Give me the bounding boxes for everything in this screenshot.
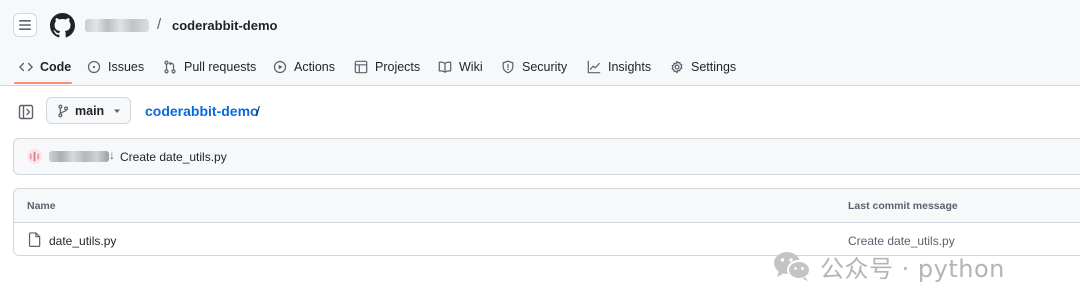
owner-name-redacted[interactable] [85,19,149,32]
breadcrumb-separator: / [256,103,260,119]
tab-security-label: Security [522,59,568,74]
repo-header: / coderabbit-demo Code Issues Pull reque… [0,0,1080,86]
file-table: Name Last commit message date_utils.py C… [13,188,1080,256]
tab-pull-requests-label: Pull requests [184,59,257,74]
wechat-icon [774,252,811,281]
shield-icon [502,60,514,73]
tab-insights-label: Insights [608,59,652,74]
tab-projects-label: Projects [375,59,421,74]
watermark: 公众号 · python [772,248,1005,284]
column-header-name: Name [27,200,56,212]
tab-actions[interactable]: Actions [273,50,335,83]
column-header-last-commit: Last commit message [848,200,958,212]
tab-actions-label: Actions [294,59,335,74]
avatar[interactable] [27,149,42,164]
repo-title-link[interactable]: coderabbit-demo [172,18,277,33]
tab-issues-label: Issues [108,59,145,74]
menu-button[interactable] [13,13,37,37]
watermark-text: 公众号 · python [820,254,1005,283]
tab-pull-requests[interactable]: Pull requests [163,50,256,83]
file-name-link[interactable]: date_utils.py [49,234,116,248]
code-icon [19,62,33,71]
tab-wiki-label: Wiki [459,59,483,74]
header-separator: / [157,16,162,33]
issue-opened-icon [87,60,101,73]
file-commit-message-link[interactable]: Create date_utils.py [848,234,955,248]
commit-author-redacted[interactable] [49,151,109,162]
gear-icon [671,60,683,73]
tab-settings-label: Settings [691,59,737,74]
file-icon [28,232,41,247]
git-pull-request-icon [164,60,176,73]
tab-insights[interactable]: Insights [587,50,651,83]
tab-code-label: Code [40,59,72,74]
play-icon [273,60,287,73]
git-branch-icon [58,104,69,117]
table-icon [354,60,368,73]
tab-projects[interactable]: Projects [354,50,420,83]
file-table-header: Name Last commit message [14,189,1080,223]
branch-selector-button[interactable]: main [46,97,131,124]
breadcrumb-repo-link[interactable]: coderabbit-demo [145,103,259,119]
latest-commit-message[interactable]: Create date_utils.py [120,150,227,164]
github-logo-icon[interactable] [50,13,75,38]
branch-name: main [75,103,105,118]
tab-security[interactable]: Security [501,50,567,83]
book-icon [438,61,452,73]
hamburger-icon [19,20,31,30]
triangle-down-icon [114,109,121,113]
graph-icon [587,60,601,73]
commit-arrow: ↓ [109,148,115,162]
tab-issues[interactable]: Issues [87,50,144,83]
tab-settings[interactable]: Settings [670,50,736,83]
tab-code[interactable]: Code [19,50,71,83]
active-tab-indicator [14,82,72,84]
tab-wiki[interactable]: Wiki [438,50,483,83]
latest-commit-bar: ↓ Create date_utils.py [13,138,1080,175]
sidebar-expand-icon[interactable] [18,104,34,120]
